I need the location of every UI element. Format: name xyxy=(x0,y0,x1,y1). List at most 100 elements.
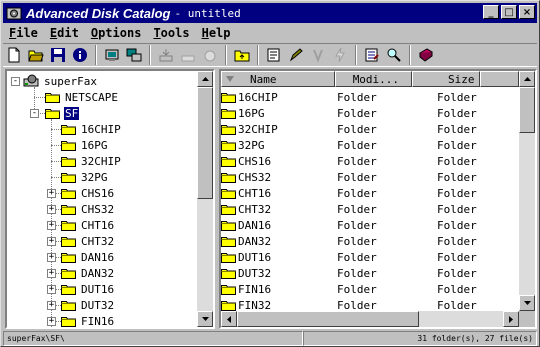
tree-item[interactable]: CHT16 xyxy=(61,217,115,233)
scroll-up-button[interactable] xyxy=(197,71,213,87)
close-button[interactable]: × xyxy=(519,5,535,19)
menu-edit[interactable]: Edit xyxy=(44,26,85,40)
list-horizontal-scrollbar[interactable] xyxy=(221,311,519,327)
tree-vertical-scrollbar[interactable] xyxy=(197,71,213,327)
tree-item[interactable]: 16PG xyxy=(61,137,109,153)
folder-icon xyxy=(61,141,76,151)
filter-button[interactable] xyxy=(329,44,351,66)
tree-item[interactable]: DAN16 xyxy=(61,249,115,265)
menu-file[interactable]: File xyxy=(3,26,44,40)
collapse-toggle[interactable]: - xyxy=(11,76,20,86)
expand-toggle[interactable]: + xyxy=(47,253,56,262)
tree-item[interactable]: CHT32 xyxy=(61,233,115,249)
tree-item-label: CHT32 xyxy=(81,234,115,248)
maximize-icon: □ xyxy=(504,6,514,18)
up-folder-button[interactable] xyxy=(231,44,253,66)
scroll-down-button[interactable] xyxy=(519,295,535,311)
properties-button[interactable] xyxy=(263,44,285,66)
list-cell-name: FIN16 xyxy=(221,283,337,296)
list-row[interactable]: DUT16 Folder Folder xyxy=(221,249,517,265)
arrow-up-icon xyxy=(201,77,209,81)
list-cell-name: DAN16 xyxy=(221,219,337,232)
list-cell-name: 16CHIP xyxy=(221,91,337,104)
delete-button[interactable] xyxy=(199,44,221,66)
new-file-button[interactable] xyxy=(3,44,25,66)
book-button[interactable] xyxy=(415,44,437,66)
expand-toggle[interactable]: + xyxy=(47,237,56,246)
list-row[interactable]: 16PG Folder Folder xyxy=(221,105,517,121)
list-row[interactable]: 16CHIP Folder Folder xyxy=(221,89,517,105)
scroll-thumb[interactable] xyxy=(519,87,535,133)
remove-button[interactable] xyxy=(177,44,199,66)
tree-item[interactable]: 32PG xyxy=(61,169,109,185)
tree-item[interactable]: 16CHIP xyxy=(61,121,122,137)
column-header-extra[interactable] xyxy=(479,71,519,87)
file-list[interactable]: Name Modi... Size 16CHIP Folder Folder 16PG… xyxy=(219,69,537,329)
column-header-size[interactable]: Size xyxy=(412,71,480,87)
scroll-right-button[interactable] xyxy=(503,311,519,327)
list-row[interactable]: 32CHIP Folder Folder xyxy=(221,121,517,137)
open-folder-icon xyxy=(28,50,44,62)
tree-item[interactable]: 32CHIP xyxy=(61,153,122,169)
tree-item[interactable]: CHS16 xyxy=(61,185,115,201)
list-row[interactable]: DAN16 Folder Folder xyxy=(221,217,517,233)
list-row[interactable]: CHT16 Folder Folder xyxy=(221,185,517,201)
search-button[interactable] xyxy=(383,44,405,66)
save-button[interactable] xyxy=(47,44,69,66)
list-row[interactable]: 32PG Folder Folder xyxy=(221,137,517,153)
title-bar[interactable]: Advanced Disk Catalog - untitled _ □ × xyxy=(3,3,537,23)
add-button[interactable] xyxy=(155,44,177,66)
expand-toggle[interactable]: + xyxy=(47,205,56,214)
scroll-left-button[interactable] xyxy=(221,311,237,327)
list-row[interactable]: CHS16 Folder Folder xyxy=(221,153,517,169)
folder-tree[interactable]: - superFax NETSCAPE - SF 16CHIP 16PG 32CHIP 32PG… xyxy=(5,69,215,329)
expand-toggle[interactable]: + xyxy=(47,221,56,230)
minimize-button[interactable]: _ xyxy=(483,5,499,19)
tree-item[interactable]: DAN32 xyxy=(61,265,115,281)
scroll-down-button[interactable] xyxy=(197,311,213,327)
find-button[interactable] xyxy=(307,44,329,66)
expand-toggle[interactable]: + xyxy=(47,301,56,310)
tree-item-label: 16CHIP xyxy=(81,122,121,136)
menu-help[interactable]: Help xyxy=(196,26,237,40)
scroll-up-button[interactable] xyxy=(519,71,535,87)
tree-item[interactable]: CHS32 xyxy=(61,201,115,217)
list-vertical-scrollbar[interactable] xyxy=(519,71,535,311)
tree-item[interactable]: FIN16 xyxy=(61,313,115,327)
folder-icon xyxy=(221,173,236,183)
expand-toggle[interactable]: + xyxy=(47,285,56,294)
column-header-name[interactable]: Name xyxy=(221,71,336,87)
scroll-thumb[interactable] xyxy=(237,311,419,327)
list-row[interactable]: CHT32 Folder Folder xyxy=(221,201,517,217)
menu-tools[interactable]: Tools xyxy=(147,26,195,40)
catalog-button[interactable] xyxy=(123,44,145,66)
edit-button[interactable] xyxy=(285,44,307,66)
file-modified: Folder xyxy=(337,282,377,296)
tree-item[interactable]: SF xyxy=(45,105,80,121)
open-button[interactable] xyxy=(25,44,47,66)
expand-toggle[interactable]: + xyxy=(47,269,56,278)
tree-item-label: 16PG xyxy=(81,138,108,152)
maximize-button[interactable]: □ xyxy=(501,5,517,19)
file-name: DAN32 xyxy=(238,234,272,248)
tree-item-root[interactable]: - superFax xyxy=(11,73,98,89)
tree-item[interactable]: DUT32 xyxy=(61,297,115,313)
tree-item[interactable]: NETSCAPE xyxy=(45,89,119,105)
list-row[interactable]: DAN32 Folder Folder xyxy=(221,233,517,249)
list-row[interactable]: FIN16 Folder Folder xyxy=(221,281,517,297)
status-bar: superFax\SF\ 31 folder(s), 27 file(s) xyxy=(3,331,537,346)
notes-button[interactable] xyxy=(361,44,383,66)
info-button[interactable] xyxy=(69,44,91,66)
menu-options[interactable]: Options xyxy=(85,26,148,40)
collapse-toggle[interactable]: - xyxy=(30,109,39,118)
folder-icon xyxy=(221,141,236,151)
list-row[interactable]: CHS32 Folder Folder xyxy=(221,169,517,185)
expand-toggle[interactable]: + xyxy=(47,189,56,198)
scan-disk-button[interactable] xyxy=(101,44,123,66)
expand-toggle[interactable]: + xyxy=(47,317,56,326)
find-icon xyxy=(313,49,323,63)
scroll-thumb[interactable] xyxy=(197,87,213,199)
column-header-modified[interactable]: Modi... xyxy=(335,71,413,87)
list-row[interactable]: DUT32 Folder Folder xyxy=(221,265,517,281)
tree-item[interactable]: DUT16 xyxy=(61,281,115,297)
